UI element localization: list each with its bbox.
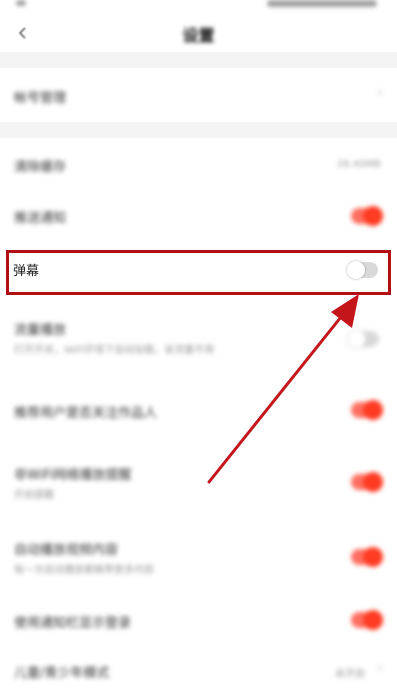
pointer-arrow-icon	[207, 294, 359, 484]
